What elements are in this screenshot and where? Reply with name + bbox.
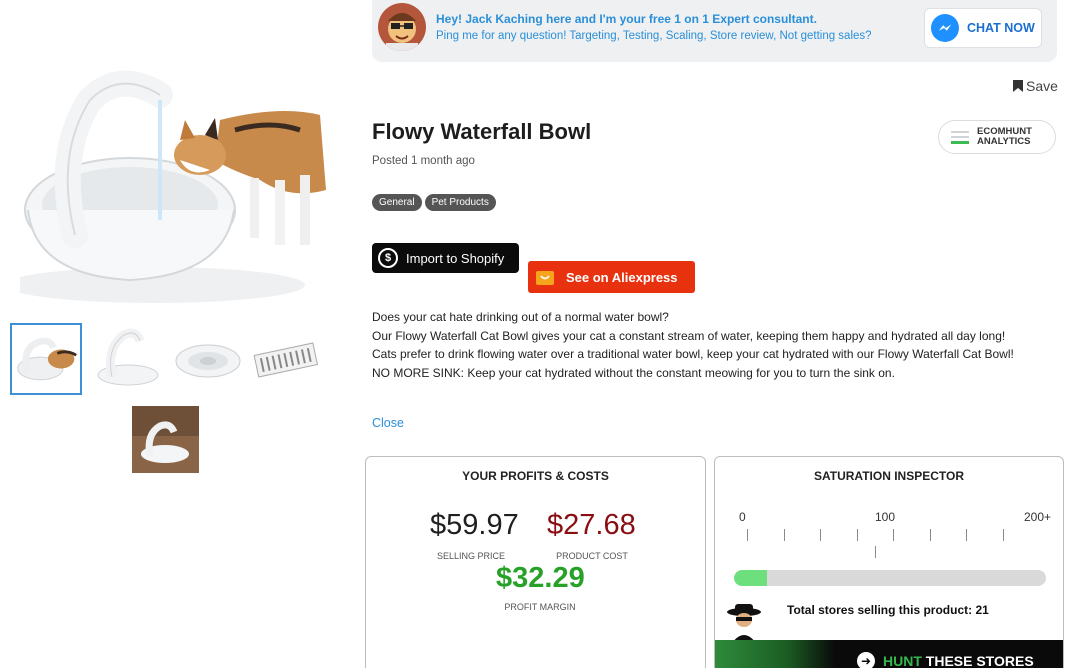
- product-main-image: [5, 60, 326, 312]
- saturation-bar: [734, 570, 1046, 586]
- scale-tick: [893, 529, 894, 541]
- scale-tick: [820, 529, 821, 541]
- chat-now-label: CHAT NOW: [967, 21, 1035, 35]
- hunt-word: HUNT: [883, 653, 922, 668]
- saturation-inspector-panel: SATURATION INSPECTOR 0 100 200+ Total st…: [714, 456, 1064, 668]
- hunt-rest: THESE STORES: [921, 653, 1034, 668]
- product-cost-value: $27.68: [547, 509, 636, 541]
- consultant-banner: Hey! Jack Kaching here and I'm your free…: [372, 0, 1057, 62]
- profits-costs-panel: YOUR PROFITS & COSTS $59.97 SELLING PRIC…: [365, 456, 706, 668]
- scale-tick: [966, 529, 967, 541]
- scale-label-mid: 100: [875, 510, 896, 524]
- thumbnail-5[interactable]: [132, 406, 199, 473]
- analytics-label-2: ANALYTICS: [977, 136, 1031, 147]
- category-tags: General Pet Products: [372, 194, 496, 211]
- import-label: Import to Shopify: [406, 250, 505, 266]
- bookmark-icon: [1013, 80, 1023, 92]
- see-on-aliexpress-button[interactable]: See on Aliexpress: [528, 261, 695, 293]
- analytics-icon: [951, 130, 969, 144]
- hunt-these-stores-button[interactable]: ➜ HUNT THESE STORES: [857, 652, 1034, 668]
- scale-label-min: 0: [739, 510, 746, 524]
- product-title: Flowy Waterfall Bowl: [372, 119, 592, 144]
- thumbnail-2[interactable]: [92, 323, 164, 395]
- thumbnail-1[interactable]: [10, 323, 82, 395]
- shopify-dollar-icon: $: [378, 248, 398, 268]
- hunt-stores-banner: ➜ HUNT THESE STORES: [715, 640, 1063, 668]
- thumbnail-4[interactable]: [250, 323, 322, 395]
- saturation-bar-fill: [734, 570, 767, 586]
- tag-general[interactable]: General: [372, 194, 422, 211]
- consultant-subtext: Ping me for any question! Targeting, Tes…: [436, 30, 872, 42]
- chat-now-button[interactable]: CHAT NOW: [924, 8, 1042, 48]
- consultant-intro: Hey! Jack Kaching here and I'm your free…: [436, 12, 817, 26]
- selling-price-label: SELLING PRICE: [436, 551, 506, 561]
- description-line-2: Our Flowy Waterfall Cat Bowl gives your …: [372, 328, 1006, 343]
- scale-tick: [747, 529, 748, 541]
- description-line-1: Does your cat hate drinking out of a nor…: [372, 310, 669, 324]
- description-line-3: Cats prefer to drink flowing water over …: [372, 347, 1014, 361]
- save-button[interactable]: Save: [1013, 78, 1058, 94]
- posted-date: Posted 1 month ago: [372, 155, 475, 167]
- thumbnail-3[interactable]: [172, 323, 244, 395]
- profits-panel-title: YOUR PROFITS & COSTS: [462, 469, 609, 483]
- scale-tick: [930, 529, 931, 541]
- consultant-avatar: [378, 3, 426, 51]
- total-stores-text: Total stores selling this product: 21: [787, 603, 989, 617]
- messenger-icon: [931, 14, 959, 42]
- scale-tick-current: [875, 546, 876, 558]
- save-label: Save: [1026, 78, 1058, 94]
- scale-label-max: 200+: [1024, 510, 1052, 524]
- profit-margin-label: PROFIT MARGIN: [504, 602, 576, 612]
- selling-price-value: $59.97: [430, 509, 519, 541]
- scale-tick: [784, 529, 785, 541]
- product-description: Does your cat hate drinking out of a nor…: [372, 308, 1062, 382]
- close-description-link[interactable]: Close: [372, 416, 404, 430]
- ecomhunt-analytics-button[interactable]: ECOMHUNT ANALYTICS: [938, 120, 1056, 154]
- scale-tick: [1003, 529, 1004, 541]
- arrow-right-circle-icon: ➜: [857, 652, 875, 668]
- profit-margin-value: $32.29: [496, 562, 585, 594]
- product-cost-label: PRODUCT COST: [556, 551, 628, 561]
- saturation-panel-title: SATURATION INSPECTOR: [813, 469, 964, 483]
- scale-tick: [857, 529, 858, 541]
- aliexpress-label: See on Aliexpress: [566, 269, 678, 285]
- tag-pet-products[interactable]: Pet Products: [424, 194, 496, 211]
- import-to-shopify-button[interactable]: $ Import to Shopify: [372, 243, 519, 273]
- description-line-4: NO MORE SINK: Keep your cat hydrated wit…: [372, 365, 895, 380]
- aliexpress-bag-icon: [534, 266, 556, 288]
